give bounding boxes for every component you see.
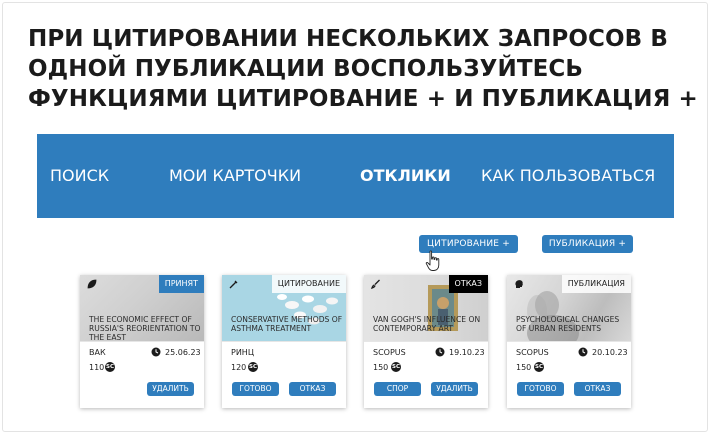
status-badge: ОТКАЗ [448, 275, 488, 293]
divider [80, 341, 204, 342]
response-card-1[interactable]: ПРИНЯТ THE ECONOMIC EFFECT OF RUSSIA'S R… [80, 275, 204, 408]
nav-search[interactable]: ПОИСК [50, 165, 109, 187]
status-badge: ПРИНЯТ [158, 275, 204, 293]
refuse-button[interactable]: ОТКАЗ [574, 382, 621, 396]
divider [364, 341, 488, 342]
response-card-2[interactable]: ЦИТИРОВАНИЕ CONSERVATIVE METHODS OF ASTH… [222, 275, 346, 408]
card-source: SCOPUS [373, 348, 406, 357]
coin-icon: SC [534, 362, 544, 372]
card-price: 150 [516, 363, 532, 372]
coin-icon: SC [105, 362, 115, 372]
coin-icon: SC [248, 362, 258, 372]
head-icon [515, 280, 523, 288]
nav-how-to-use[interactable]: КАК ПОЛЬЗОВАТЬСЯ [481, 165, 655, 187]
page-title-line-2: ОДНОЙ ПУБЛИКАЦИИ ВОСПОЛЬЗУЙТЕСЬ [28, 56, 584, 82]
card-date: 25.06.23 [165, 348, 201, 357]
card-date: 20.10.23 [592, 348, 628, 357]
card-title: VAN GOGH'S INFLUENCE ON CONTEMPORARY ART [373, 315, 481, 333]
hand-cursor-icon [425, 250, 440, 271]
dispute-button[interactable]: СПОР [374, 382, 421, 396]
syringe-icon [229, 280, 238, 289]
done-button[interactable]: ГОТОВО [517, 382, 564, 396]
status-badge: ПУБЛИКАЦИЯ [561, 275, 631, 293]
response-card-4[interactable]: ПУБЛИКАЦИЯ PSYCHOLOGICAL CHANGES OF URBA… [507, 275, 631, 408]
card-price: 120 [231, 363, 247, 372]
card-title: PSYCHOLOGICAL CHANGES OF URBAN RESIDENTS [516, 315, 620, 333]
delete-button[interactable]: УДАЛИТЬ [431, 382, 478, 396]
refuse-button[interactable]: ОТКАЗ [289, 382, 336, 396]
card-source: ВАК [89, 348, 106, 357]
nav-responses[interactable]: ОТКЛИКИ [360, 165, 451, 187]
card-source: SCOPUS [516, 348, 549, 357]
done-button[interactable]: ГОТОВО [232, 382, 279, 396]
page-title: ПРИ ЦИТИРОВАНИИ НЕСКОЛЬКИХ ЗАПРОСОВ В ОД… [28, 24, 708, 114]
publication-plus-button[interactable]: ПУБЛИКАЦИЯ + [542, 235, 633, 253]
brush-icon [371, 279, 380, 289]
card-price: 150 [373, 363, 389, 372]
divider [507, 341, 631, 342]
card-title: THE ECONOMIC EFFECT OF RUSSIA'S REORIENT… [89, 315, 201, 342]
clock-icon [578, 347, 588, 357]
response-card-3[interactable]: ОТКАЗ VAN GOGH'S INFLUENCE ON CONTEMPORA… [364, 275, 488, 408]
status-badge: ЦИТИРОВАНИЕ [271, 275, 346, 293]
clock-icon [151, 347, 161, 357]
top-navigation: ПОИСК МОИ КАРТОЧКИ ОТКЛИКИ КАК ПОЛЬЗОВАТ… [37, 134, 674, 218]
nav-my-cards[interactable]: МОИ КАРТОЧКИ [169, 165, 301, 187]
page-title-line-1: ПРИ ЦИТИРОВАНИИ НЕСКОЛЬКИХ ЗАПРОСОВ В [28, 26, 668, 52]
delete-button[interactable]: УДАЛИТЬ [147, 382, 194, 396]
card-title: CONSERVATIVE METHODS OF ASTHMA TREATMENT [231, 315, 343, 333]
page-title-line-3: ФУНКЦИЯМИ ЦИТИРОВАНИЕ + И ПУБЛИКАЦИЯ + [28, 86, 698, 112]
divider [222, 341, 346, 342]
card-source: РИНЦ [231, 348, 255, 357]
leaf-icon [87, 279, 97, 289]
clock-icon [435, 347, 445, 357]
card-price: 110 [89, 363, 105, 372]
card-date: 19.10.23 [449, 348, 485, 357]
coin-icon: SC [391, 362, 401, 372]
